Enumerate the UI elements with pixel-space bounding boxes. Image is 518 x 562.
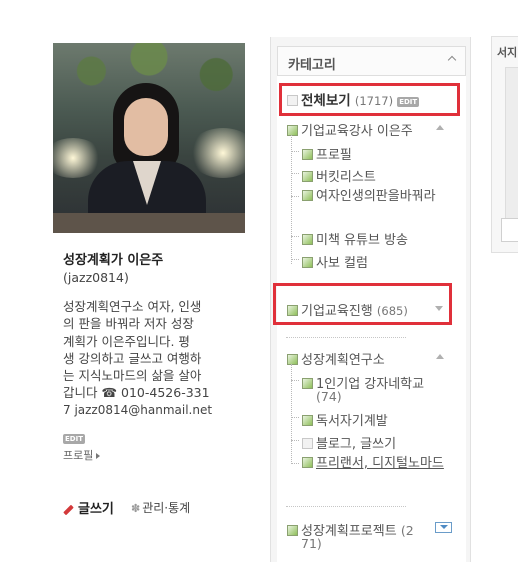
category-title: 카테고리 xyxy=(288,58,336,73)
category-item-label[interactable]: 프로필 xyxy=(316,148,352,163)
category-item[interactable]: 사보 컬럼 xyxy=(302,252,368,271)
manage-stats-link[interactable]: ✽ 관리·통계 xyxy=(131,499,190,516)
tree-branch xyxy=(291,463,299,464)
category-icon xyxy=(302,438,313,449)
edit-badge[interactable]: EDIT xyxy=(63,433,85,444)
arrow-right-icon xyxy=(96,453,101,459)
category-item[interactable]: 독서자기계발 xyxy=(302,410,388,429)
intro-line: 계획가 이은주입니다. 평 xyxy=(63,333,190,349)
category-label[interactable]: 성장계획연구소 xyxy=(301,353,385,368)
category-item-label[interactable]: 여자인생의판을바꿔라 xyxy=(316,189,436,204)
collapse-arrow-icon[interactable] xyxy=(436,354,444,359)
category-item[interactable]: 미책 유튜브 방송 xyxy=(302,229,408,248)
category-item-count: (74) xyxy=(316,389,342,404)
category-item-label[interactable]: 블로그, 글쓰기 xyxy=(316,437,396,452)
tree-branch xyxy=(291,196,299,197)
intro-line: 생 강의하고 글쓰고 여행하 xyxy=(63,350,202,366)
tree-branch xyxy=(291,173,299,174)
category-item-label[interactable]: 프리랜서, 디지털노마드 xyxy=(316,456,444,471)
profile-link[interactable]: 프로필 xyxy=(63,447,101,463)
collapse-arrow-icon[interactable] xyxy=(436,125,444,130)
category-item-label[interactable]: 미책 유튜브 방송 xyxy=(316,233,408,248)
side-widget-tab[interactable]: 서지 xyxy=(497,44,517,60)
category-icon xyxy=(302,234,313,245)
tree-branch xyxy=(291,417,299,418)
category-count: 71) xyxy=(301,536,322,551)
category-header[interactable]: 카테고리 xyxy=(277,46,466,76)
side-widget-button[interactable] xyxy=(501,218,518,242)
portrait-table xyxy=(53,213,245,233)
category-icon xyxy=(287,525,298,536)
intro-line: 갑니다 ☎ 010-4526-331 xyxy=(63,385,210,401)
category-item[interactable]: 프리랜서, 디지털노마드 xyxy=(302,456,452,472)
intro-edit-button[interactable]: EDIT xyxy=(63,428,85,447)
tree-branch xyxy=(291,236,299,237)
category-count-wrap: 71) xyxy=(301,536,322,552)
tree-line xyxy=(291,135,292,264)
divider xyxy=(286,337,406,338)
tree-branch xyxy=(291,440,299,441)
profile-link-label[interactable]: 프로필 xyxy=(63,449,93,462)
write-label[interactable]: 글쓰기 xyxy=(78,502,114,517)
category-item-label[interactable]: 버킷리스트 xyxy=(316,170,376,185)
profile-name: 성장계획가 이은주 xyxy=(63,253,164,268)
intro-line: 성장계획연구소 여자, 인생 xyxy=(63,299,202,314)
write-post-button[interactable]: 글쓰기 xyxy=(63,498,114,517)
category-label[interactable]: 기업교육강사 이은주 xyxy=(301,124,413,139)
category-item[interactable]: 프로필 xyxy=(302,144,352,163)
highlight-box xyxy=(273,283,452,325)
category-icon xyxy=(302,415,313,426)
category-count: (74) xyxy=(316,389,342,405)
intro-line: 7 jazz0814@hanmail.net xyxy=(63,402,213,417)
category-item-label[interactable]: 사보 컬럼 xyxy=(316,256,368,271)
tree-line xyxy=(291,364,292,464)
light-glow xyxy=(53,138,103,178)
tree-branch xyxy=(291,259,299,260)
category-item[interactable]: 여자인생의판을바꿔라 xyxy=(302,189,450,205)
collapse-icon[interactable] xyxy=(447,55,457,65)
side-widget-content xyxy=(505,67,518,218)
category-count: (2 xyxy=(400,523,414,538)
category-icon xyxy=(302,171,313,182)
profile-intro: 성장계획연구소 여자, 인생 의 판을 바꿔라 저자 성장 계획가 이은주입니다… xyxy=(63,298,235,419)
expand-toggle-icon[interactable] xyxy=(435,522,452,533)
category-item-label[interactable]: 독서자기계발 xyxy=(316,414,388,429)
divider xyxy=(286,506,406,507)
category-icon xyxy=(302,378,313,389)
gear-icon: ✽ xyxy=(131,502,141,515)
profile-photo xyxy=(53,43,245,233)
intro-line: 는 지식노마드의 삶을 살아 xyxy=(63,368,202,384)
category-group[interactable]: 성장계획연구소 xyxy=(287,349,385,368)
pencil-icon xyxy=(63,504,74,515)
category-icon xyxy=(302,149,313,160)
intro-line: 의 판을 바꿔라 저자 성장 xyxy=(63,316,194,332)
portrait-face xyxy=(124,98,168,156)
profile-user-id: (jazz0814) xyxy=(63,270,129,285)
category-icon xyxy=(302,457,313,468)
category-item[interactable]: 블로그, 글쓰기 xyxy=(302,433,396,452)
tree-branch xyxy=(291,380,299,381)
category-group[interactable]: 기업교육강사 이은주 xyxy=(287,120,413,139)
light-glow xyxy=(188,128,245,178)
category-icon xyxy=(287,354,298,365)
category-item[interactable]: 버킷리스트 xyxy=(302,166,376,185)
category-icon xyxy=(302,257,313,268)
highlight-box xyxy=(279,83,460,116)
category-icon xyxy=(287,125,298,136)
manage-label[interactable]: 관리·통계 xyxy=(142,501,190,515)
category-icon xyxy=(302,190,313,201)
tree-branch xyxy=(291,151,299,152)
